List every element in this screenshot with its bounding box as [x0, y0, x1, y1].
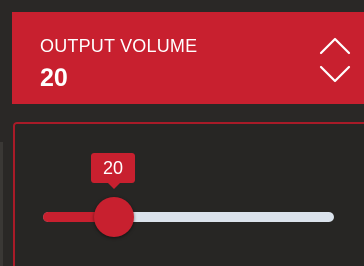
- slider-panel: [13, 122, 364, 266]
- output-volume-value: 20: [40, 64, 68, 92]
- volume-increment-button[interactable]: [318, 34, 352, 56]
- volume-decrement-button[interactable]: [318, 64, 352, 86]
- chevron-up-icon: [319, 37, 351, 55]
- volume-widget: OUTPUT VOLUME 20 20: [0, 0, 364, 266]
- chevron-down-icon: [319, 65, 351, 83]
- slider-value-tooltip: 20: [91, 153, 135, 183]
- panel-edge-divider: [0, 142, 3, 266]
- output-volume-header: OUTPUT VOLUME 20: [12, 12, 364, 104]
- output-volume-title: OUTPUT VOLUME: [40, 36, 198, 56]
- slider-thumb[interactable]: [94, 197, 134, 237]
- tooltip-pointer: [108, 183, 120, 189]
